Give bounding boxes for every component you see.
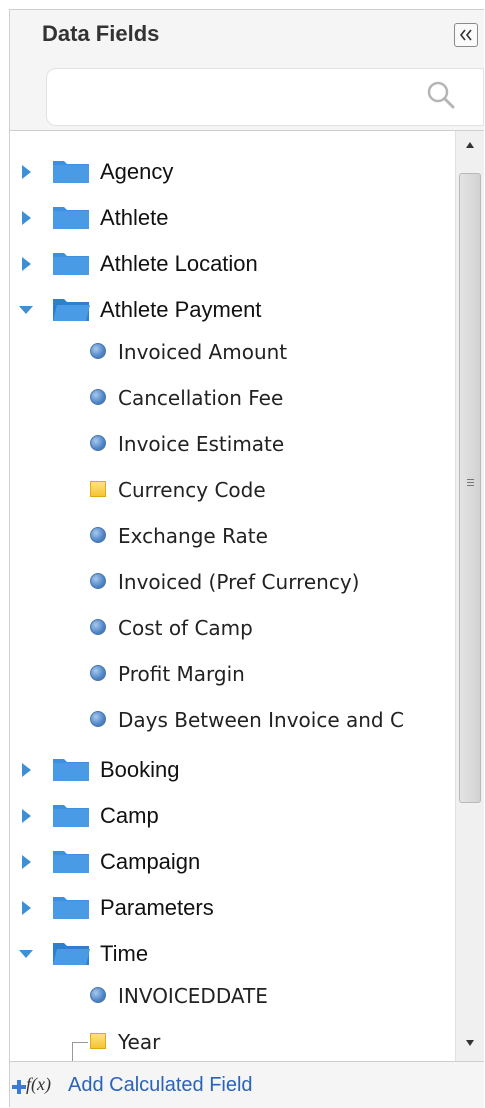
folder-icon — [53, 253, 89, 275]
folder-time[interactable]: Time — [10, 933, 453, 973]
folder-athlete-payment[interactable]: Athlete Payment — [10, 289, 453, 329]
folder-open-icon — [53, 943, 90, 965]
dimension-square-icon — [90, 481, 106, 497]
folder-athlete-location[interactable]: Athlete Location — [10, 243, 453, 283]
field-currency-code[interactable]: Currency Code — [10, 469, 453, 509]
folder-label: Time — [100, 941, 149, 966]
folder-booking[interactable]: Booking — [10, 749, 453, 789]
measure-circle-icon — [90, 711, 106, 727]
field-exchange-rate[interactable]: Exchange Rate — [10, 515, 453, 555]
folder-label: Parameters — [100, 895, 214, 920]
folder-label: Booking — [100, 757, 180, 782]
expand-arrow-icon[interactable] — [20, 808, 32, 824]
folder-label: Camp — [100, 803, 159, 828]
panel-footer: f(x) Add Calculated Field — [10, 1061, 484, 1108]
field-invoice-estimate[interactable]: Invoice Estimate — [10, 423, 453, 463]
field-invoiced-amount[interactable]: Invoiced Amount — [10, 331, 453, 371]
measure-circle-icon — [90, 573, 106, 589]
panel-title: Data Fields — [42, 21, 160, 46]
field-profit-margin[interactable]: Profit Margin — [10, 653, 453, 693]
field-cancellation-fee[interactable]: Cancellation Fee — [10, 377, 453, 417]
plus-icon — [12, 1080, 26, 1094]
expand-arrow-icon[interactable] — [20, 164, 32, 180]
expand-arrow-icon[interactable] — [20, 900, 32, 916]
scroll-down-arrow-icon[interactable] — [465, 1039, 475, 1047]
folder-agency[interactable]: Agency — [10, 151, 453, 191]
folder-athlete[interactable]: Athlete — [10, 197, 453, 237]
search-box — [46, 68, 484, 126]
field-year[interactable]: Year — [10, 1021, 453, 1061]
expand-arrow-icon[interactable] — [20, 854, 32, 870]
field-days-between-invoice[interactable]: Days Between Invoice and C — [10, 699, 453, 739]
search-input[interactable] — [57, 77, 421, 119]
data-fields-panel: Data Fields Agency Athlete Athlete Locat… — [9, 9, 484, 1108]
folder-camp[interactable]: Camp — [10, 795, 453, 835]
tree-connector-line — [72, 1042, 88, 1043]
field-cost-of-camp[interactable]: Cost of Camp — [10, 607, 453, 647]
scroll-up-arrow-icon[interactable] — [465, 141, 475, 149]
folder-label: Athlete — [100, 205, 169, 230]
field-tree: Agency Athlete Athlete Location Athlete … — [10, 131, 453, 1061]
folder-campaign[interactable]: Campaign — [10, 841, 453, 881]
dimension-square-icon — [90, 1033, 106, 1049]
field-invoiced-pref-currency[interactable]: Invoiced (Pref Currency) — [10, 561, 453, 601]
measure-circle-icon — [90, 389, 106, 405]
expand-arrow-icon[interactable] — [20, 256, 32, 272]
folder-icon — [53, 161, 89, 183]
measure-circle-icon — [90, 435, 106, 451]
add-calculated-field-label: Add Calculated Field — [68, 1074, 253, 1096]
measure-circle-icon — [90, 987, 106, 1003]
folder-icon — [53, 207, 89, 229]
scrollbar-grip-icon — [467, 479, 474, 488]
folder-icon — [53, 897, 89, 919]
folder-label: Athlete Location — [100, 251, 258, 276]
folder-icon — [53, 805, 89, 827]
collapse-panel-button[interactable] — [454, 23, 478, 47]
folder-label: Campaign — [100, 849, 201, 874]
collapse-arrow-icon[interactable] — [18, 948, 34, 960]
measure-circle-icon — [90, 665, 106, 681]
tree-connector-line — [72, 1042, 73, 1061]
folder-label: Athlete Payment — [100, 297, 262, 322]
folder-parameters[interactable]: Parameters — [10, 887, 453, 927]
measure-circle-icon — [90, 619, 106, 635]
measure-circle-icon — [90, 527, 106, 543]
folder-label: Agency — [100, 159, 174, 184]
measure-circle-icon — [90, 343, 106, 359]
vertical-scrollbar[interactable] — [455, 131, 484, 1061]
field-invoiceddate[interactable]: INVOICEDDATE — [10, 975, 453, 1015]
field-tree-area: Agency Athlete Athlete Location Athlete … — [10, 130, 484, 1061]
folder-icon — [53, 851, 89, 873]
collapse-arrow-icon[interactable] — [18, 304, 34, 316]
folder-icon — [53, 759, 89, 781]
folder-open-icon — [53, 299, 90, 321]
double-chevron-left-icon — [459, 29, 472, 41]
expand-arrow-icon[interactable] — [20, 210, 32, 226]
expand-arrow-icon[interactable] — [20, 762, 32, 778]
panel-header: Data Fields — [10, 10, 484, 128]
search-icon[interactable] — [426, 80, 456, 110]
function-icon: f(x) — [26, 1074, 51, 1094]
scrollbar-thumb[interactable] — [459, 173, 481, 803]
